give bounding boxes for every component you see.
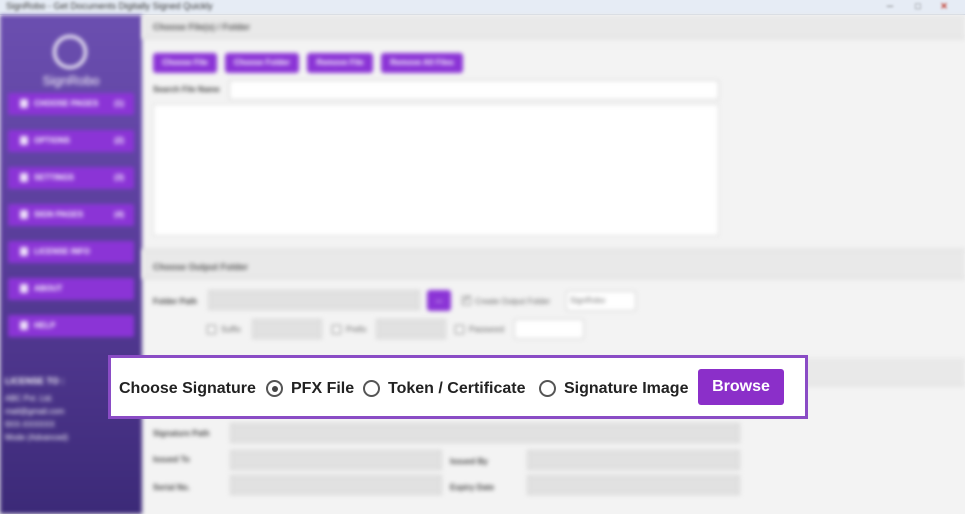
choose-signature-label: Choose Signature xyxy=(119,380,256,397)
issued-to-label: Issued To xyxy=(153,455,190,464)
prefix-checkbox[interactable] xyxy=(332,325,341,334)
sidebar: SignRobo CHOOSE PAGES (1) OPTIONS (2) SE… xyxy=(0,15,142,514)
sidebar-item-settings[interactable]: SETTINGS (3) xyxy=(8,167,134,189)
license-line: ABC Pvt. Ltd. xyxy=(5,394,54,403)
sidebar-item-choose-pages[interactable]: CHOOSE PAGES (1) xyxy=(8,93,134,115)
password-label: Password xyxy=(469,325,505,334)
gear-icon xyxy=(20,173,28,182)
remove-all-files-button[interactable]: Remove All Files xyxy=(381,53,463,73)
logo-icon xyxy=(53,35,87,69)
window-title: SignRobo - Get Documents Digitally Signe… xyxy=(6,1,213,11)
sign-icon xyxy=(20,210,28,219)
password-input[interactable] xyxy=(514,319,584,339)
sidebar-item-about[interactable]: ABOUT xyxy=(8,278,134,300)
license-line: mail@gmail.com xyxy=(5,407,65,416)
issued-by-input[interactable] xyxy=(527,450,740,470)
choose-signature-panel: Choose Signature PFX File Token / Certif… xyxy=(108,355,808,419)
suffix-checkbox[interactable] xyxy=(207,325,216,334)
sidebar-item-sign-pages[interactable]: SIGN PAGES (4) xyxy=(8,204,134,226)
folder-path-label: Folder Path xyxy=(153,297,198,306)
browse-button[interactable]: Browse xyxy=(698,369,784,405)
signature-path-label: Signature Path xyxy=(153,429,210,438)
sidebar-item-license-info[interactable]: LICENSE INFO xyxy=(8,241,134,263)
remove-file-button[interactable]: Remove File xyxy=(307,53,373,73)
folder-path-input[interactable] xyxy=(208,290,420,310)
output-section-heading: Choose Output Folder xyxy=(142,249,965,279)
logo-text: SignRobo xyxy=(42,73,100,88)
info-icon xyxy=(20,284,28,293)
close-icon[interactable]: ✕ xyxy=(938,1,950,12)
expiry-date-label: Expiry Date xyxy=(450,483,495,492)
prefix-input[interactable] xyxy=(376,319,446,339)
choose-file-button[interactable]: Choose File xyxy=(153,53,217,73)
license-line: 9XX-XXXXXX xyxy=(5,420,55,429)
search-file-input[interactable] xyxy=(229,80,719,100)
expiry-date-input[interactable] xyxy=(527,475,740,495)
files-section-heading: Choose File(s) / Folder xyxy=(142,15,965,39)
issued-to-input[interactable] xyxy=(230,450,442,470)
choose-folder-button[interactable]: Choose Folder xyxy=(225,53,299,73)
file-icon xyxy=(20,99,28,108)
license-heading: LICENSE TO : xyxy=(5,376,65,386)
signature-path-input[interactable] xyxy=(230,423,740,443)
output-folder-name-value: SignRobo xyxy=(570,296,606,305)
create-output-folder-checkbox[interactable] xyxy=(462,294,471,305)
folder-browse-button[interactable]: ... xyxy=(427,290,451,311)
serial-no-input[interactable] xyxy=(230,475,442,495)
radio-unchecked-icon xyxy=(363,380,380,397)
sidebar-item-help[interactable]: HELP xyxy=(8,315,134,337)
password-checkbox[interactable] xyxy=(455,325,464,334)
radio-unchecked-icon xyxy=(539,380,556,397)
suffix-input[interactable] xyxy=(252,319,322,339)
file-list[interactable] xyxy=(153,104,719,236)
main-panel: Choose File(s) / Folder Choose File Choo… xyxy=(142,15,965,514)
issued-by-label: Issued By xyxy=(450,457,488,466)
sidebar-item-options[interactable]: OPTIONS (2) xyxy=(8,130,134,152)
radio-pfx-file-label: PFX File xyxy=(291,380,355,397)
serial-no-label: Serial No. xyxy=(153,483,190,492)
search-file-label: Search File Name xyxy=(153,85,220,94)
help-icon xyxy=(20,321,28,330)
suffix-label: Suffix xyxy=(221,325,241,334)
title-bar: SignRobo - Get Documents Digitally Signe… xyxy=(0,0,965,15)
license-line: Mode (Advanced) xyxy=(5,433,69,442)
radio-signature-image-label: Signature Image xyxy=(564,380,689,397)
maximize-icon[interactable]: □ xyxy=(912,1,924,12)
radio-token-certificate-label: Token / Certificate xyxy=(388,380,526,397)
license-icon xyxy=(20,247,28,256)
radio-checked-icon xyxy=(266,380,283,397)
options-icon xyxy=(20,136,28,145)
create-output-folder-label: Create Output Folder xyxy=(475,297,551,306)
minimize-icon[interactable]: ─ xyxy=(884,1,896,12)
output-folder-name-input[interactable]: SignRobo xyxy=(566,291,636,311)
prefix-label: Prefix xyxy=(346,325,367,334)
